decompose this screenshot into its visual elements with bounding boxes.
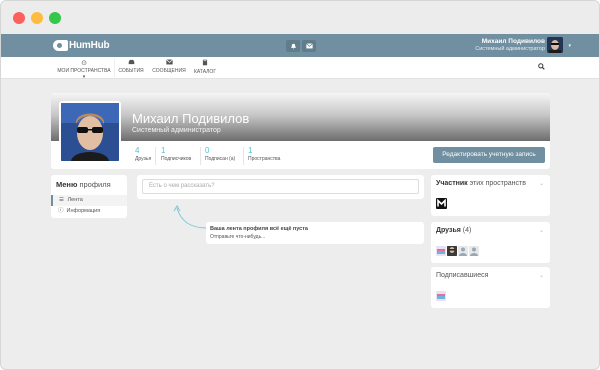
nav-label: Каталог [193,69,217,75]
avatar-image [547,37,563,53]
profile-menu-title: Меню профиля [56,180,111,189]
menu-item-label: Лента [67,197,83,203]
follower-avatar[interactable] [436,291,446,301]
user-name: Михаил Подивилов [481,38,545,45]
book-icon [192,59,218,69]
profile-avatar[interactable] [59,101,121,163]
friends-panel: Друзья (4) ⌄ [431,222,550,263]
list-icon: ☰ [59,197,64,203]
space-avatar[interactable] [436,198,447,209]
logo[interactable]: HumHub [53,39,110,52]
friend-avatar[interactable] [436,246,446,256]
main-nav: ⊙ Мои пространства ▾ События Сообщения К… [1,57,599,80]
empty-stream-subtitle: Отправьте что-нибудь... [210,234,266,240]
close-window-button[interactable] [13,12,25,24]
stat-divider [243,147,244,165]
empty-stream-title: Ваша лента профиля всё ещё пуста [210,226,308,232]
car-icon [118,59,144,68]
stat-friends[interactable]: 4 Друзья [135,146,151,162]
envelope-icon [151,59,187,68]
panel-title-bold: Друзья [436,227,461,234]
top-bar: HumHub Михаил Подивилов Системный админи… [1,34,599,57]
nav-label: Сообщения [152,68,186,74]
panel-title-rest: этих пространств [467,180,526,187]
chevron-down-icon[interactable]: ▾ [568,43,571,49]
chevron-down-icon[interactable]: ⌄ [539,227,544,234]
stat-label: Подписчиков [161,156,192,162]
maximize-window-button[interactable] [49,12,61,24]
bell-icon [290,43,296,49]
stat-value: 0 [205,146,210,155]
logo-text: HumHub [69,40,110,51]
profile-name: Михаил Подивилов [132,111,250,126]
stat-label: Подписан (а) [205,156,236,162]
messages-button[interactable] [302,40,316,52]
stat-value: 1 [248,146,253,155]
minimize-window-button[interactable] [31,12,43,24]
envelope-icon [305,43,313,49]
stat-spaces[interactable]: 1 Пространства [248,146,280,162]
user-menu[interactable]: Михаил Подивилов Системный администратор [475,38,545,52]
stat-label: Пространства [248,156,281,162]
hint-arrow-icon [173,205,208,229]
nav-events[interactable]: События [118,59,144,74]
post-input[interactable]: Есть о чем рассказать? [142,179,419,194]
menu-title-bold: Меню [56,180,78,189]
menu-title-rest: профиля [77,180,111,189]
edit-account-button[interactable]: Редактировать учетную запись [433,147,545,163]
dot-circle-icon: ⊙ [81,60,87,67]
friend-avatar[interactable] [469,246,479,256]
chevron-down-icon[interactable]: ⌄ [539,272,544,279]
panel-title-rest: (4) [460,227,472,234]
profile-menu-item-stream[interactable]: ☰ Лента [51,195,127,206]
chevron-down-icon[interactable]: ⌄ [539,180,544,187]
nav-messages[interactable]: Сообщения [151,59,187,74]
post-form: Есть о чем рассказать? [137,175,424,199]
member-spaces-panel: Участник этих пространств ⌄ [431,175,550,216]
notifications-button[interactable] [286,40,300,52]
nav-my-spaces[interactable]: ⊙ Мои пространства ▾ [57,59,111,80]
nav-directory[interactable]: Каталог [192,59,218,75]
stat-label: Друзья [135,156,152,162]
stat-divider [200,147,201,165]
profile-menu-item-about[interactable]: ⓘ Информация [51,206,127,217]
nav-label: Мои пространства ▾ [57,68,111,80]
search-icon[interactable] [538,62,545,72]
panel-title-bold: Участник [436,180,468,187]
avatar-image [61,103,119,161]
panel-title: Участник этих пространств [436,180,526,187]
nav-label: События [118,68,144,74]
profile-title: Системный администратор [132,127,221,134]
info-icon: ⓘ [58,208,64,214]
humhub-logo-icon [53,40,68,51]
user-role: Системный администратор [475,46,545,52]
nav-divider [114,59,115,77]
friend-avatar[interactable] [458,246,468,256]
panel-title: Подписавшиеся [436,272,489,279]
stat-following[interactable]: 0 Подписан (а) [205,146,235,162]
profile-menu: Меню профиля ☰ Лента ⓘ Информация [51,175,127,218]
stat-divider [155,147,156,165]
user-avatar[interactable] [547,37,563,53]
app-window: HumHub Михаил Подивилов Системный админи… [0,0,600,370]
empty-stream-message: Ваша лента профиля всё ещё пуста Отправь… [206,222,424,244]
profile-banner[interactable] [51,93,550,141]
profile-header: Михаил Подивилов Системный администратор… [51,93,550,169]
stat-followers[interactable]: 1 Подписчиков [161,146,191,162]
friend-avatar[interactable] [447,246,457,256]
followers-panel: Подписавшиеся ⌄ [431,267,550,308]
stat-value: 1 [161,146,166,155]
stat-value: 4 [135,146,140,155]
menu-item-label: Информация [66,208,101,214]
window-titlebar [1,1,599,34]
panel-title: Друзья (4) [436,227,471,234]
